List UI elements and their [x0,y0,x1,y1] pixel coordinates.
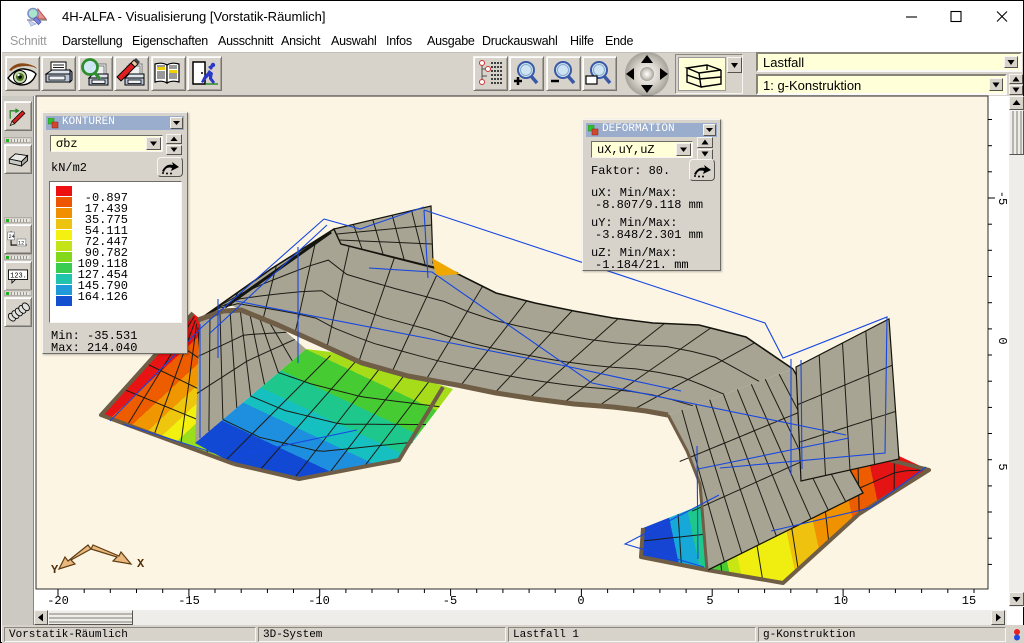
svg-text:-20: -20 [47,594,69,608]
svg-text:123.: 123. [10,272,27,280]
svg-text:5: 5 [995,463,1007,470]
svg-text:Y: Y [51,563,59,577]
svg-text:X: X [137,557,145,571]
svg-text:15: 15 [962,594,976,608]
svg-text:0: 0 [577,594,584,608]
svg-text:10: 10 [834,594,848,608]
svg-text:5: 5 [706,594,713,608]
svg-text:-5: -5 [995,191,1007,205]
svg-text:0: 0 [995,337,1007,344]
svg-text:24: 24 [8,234,14,240]
svg-text:12.: 12. [18,241,27,247]
svg-text:-10: -10 [308,594,330,608]
svg-text:-5: -5 [443,594,457,608]
svg-text:-15: -15 [178,594,200,608]
